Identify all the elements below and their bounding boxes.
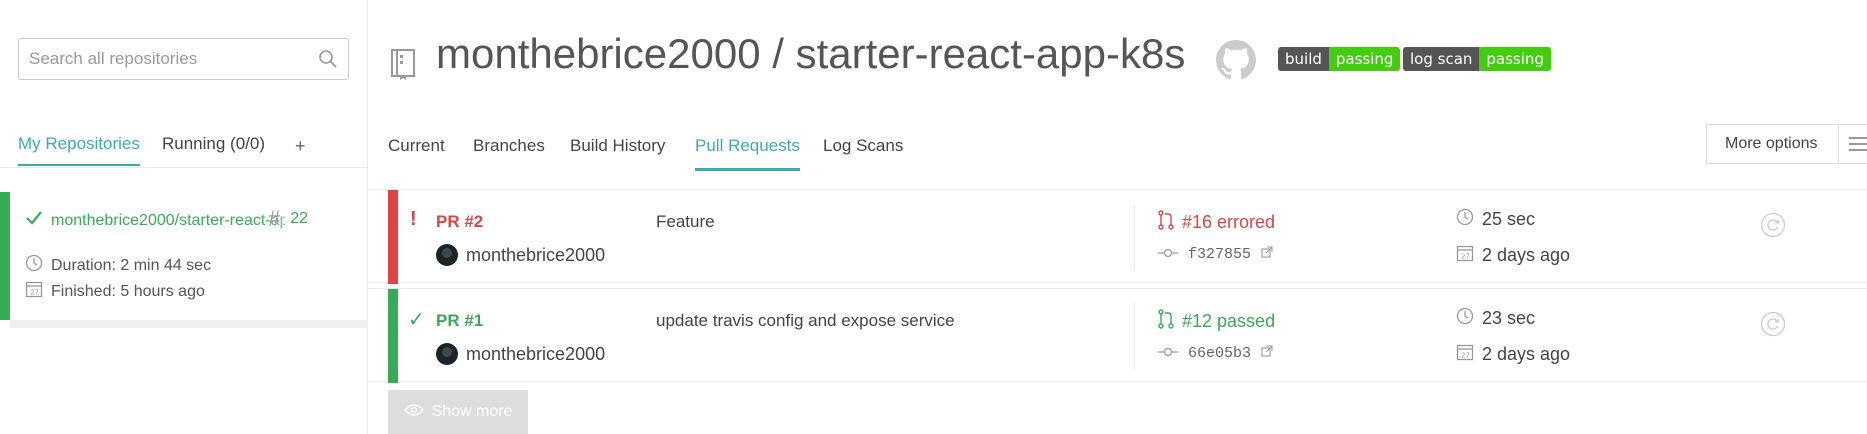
tab-build-history[interactable]: Build History — [570, 136, 665, 168]
restart-build-icon[interactable] — [1760, 311, 1786, 342]
repo-tabs: Current Branches Build History Pull Requ… — [368, 124, 1867, 171]
clock-icon — [1456, 307, 1474, 330]
pr-commit-sha: f327855 — [1188, 246, 1252, 263]
pr-number[interactable]: PR #2 — [436, 212, 483, 232]
check-icon — [25, 210, 43, 231]
row-divider — [1134, 204, 1135, 270]
pr-commit[interactable]: 66e05b3 — [1158, 345, 1273, 362]
build-status-badge[interactable]: build passing — [1278, 47, 1401, 71]
commit-icon — [1158, 246, 1178, 263]
pr-author: monthebrice2000 — [436, 343, 605, 365]
search-input[interactable] — [19, 39, 309, 79]
repository-icon — [390, 48, 416, 85]
pull-request-row[interactable]: ! PR #2 monthebrice2000 Feature #16 erro… — [368, 189, 1867, 284]
repo-title: monthebrice2000/starter-react-app-k8s — [25, 210, 285, 231]
clock-icon — [1456, 208, 1474, 231]
pr-finished: 27 2 days ago — [1456, 343, 1570, 366]
repo-build-number-value: 22 — [290, 210, 309, 227]
repo-finished-text: Finished: 5 hours ago — [51, 282, 205, 300]
pr-finished: 27 2 days ago — [1456, 244, 1570, 267]
search-icon[interactable] — [318, 49, 338, 74]
log-scan-badge-label: log scan — [1403, 47, 1480, 71]
pr-duration-text: 23 sec — [1482, 308, 1536, 328]
pr-author-name: monthebrice2000 — [466, 244, 606, 265]
calendar-icon: 27 — [25, 280, 43, 303]
pr-duration-text: 25 sec — [1482, 209, 1536, 229]
build-badge-label: build — [1278, 47, 1329, 71]
pr-status-bar — [388, 289, 398, 383]
check-icon: ✓ — [408, 309, 425, 331]
external-link-icon[interactable] — [1261, 345, 1273, 362]
tab-my-repositories[interactable]: My Repositories — [18, 134, 140, 166]
row-divider — [1134, 303, 1135, 369]
repo-build-number[interactable]: # 22 — [268, 206, 308, 232]
calendar-icon: 27 — [1456, 244, 1474, 267]
tab-branches[interactable]: Branches — [473, 136, 545, 168]
repo-name-link[interactable]: monthebrice2000/starter-react-app-k8s — [51, 212, 285, 230]
pr-build-link[interactable]: #16 errored — [1158, 210, 1275, 235]
pr-commit-sha: 66e05b3 — [1188, 345, 1252, 362]
clock-icon — [25, 254, 43, 277]
repo-duration: Duration: 2 min 44 sec — [25, 254, 211, 277]
tab-running[interactable]: Running (0/0) — [162, 134, 265, 164]
log-scan-badge-value: passing — [1479, 47, 1551, 71]
error-icon: ! — [410, 208, 417, 230]
hash-icon: # — [268, 206, 281, 231]
pr-finished-text: 2 days ago — [1482, 245, 1571, 265]
pull-request-icon — [1158, 210, 1174, 235]
tab-pull-requests[interactable]: Pull Requests — [695, 136, 800, 171]
pr-commit[interactable]: f327855 — [1158, 246, 1273, 263]
sidebar-tabs: My Repositories Running (0/0) + — [0, 128, 368, 168]
pr-duration: 25 sec — [1456, 208, 1535, 231]
pr-number[interactable]: PR #1 — [436, 311, 483, 331]
build-badge-value: passing — [1328, 47, 1401, 71]
repo-duration-text: Duration: 2 min 44 sec — [51, 256, 212, 274]
avatar — [436, 343, 458, 365]
add-repository-button[interactable]: + — [295, 136, 306, 157]
svg-text:27: 27 — [1461, 352, 1470, 360]
more-options-button[interactable]: More options — [1706, 124, 1846, 164]
pr-build-text: #16 errored — [1182, 212, 1276, 232]
pr-finished-text: 2 days ago — [1482, 344, 1571, 364]
repo-card-divider — [10, 320, 368, 328]
repo-status-bar — [0, 192, 10, 320]
pr-status-bar — [388, 190, 398, 284]
pull-request-row[interactable]: ✓ PR #1 monthebrice2000 update travis co… — [368, 288, 1867, 383]
pr-author: monthebrice2000 — [436, 244, 605, 266]
pr-description: update travis config and expose service — [656, 311, 955, 330]
pull-request-icon — [1158, 309, 1174, 334]
repo-card[interactable]: monthebrice2000/starter-react-app-k8s # … — [0, 192, 368, 328]
pr-build-text: #12 passed — [1182, 311, 1276, 331]
restart-build-icon[interactable] — [1760, 212, 1786, 243]
main-content: monthebrice2000 / starter-react-app-k8s … — [368, 0, 1867, 434]
github-icon[interactable] — [1216, 40, 1256, 85]
pr-author-name: monthebrice2000 — [466, 343, 606, 364]
external-link-icon[interactable] — [1261, 246, 1273, 263]
calendar-icon: 27 — [1456, 343, 1474, 366]
svg-text:27: 27 — [30, 289, 39, 297]
log-scan-badge[interactable]: log scan passing — [1403, 47, 1551, 71]
menu-icon[interactable] — [1838, 124, 1867, 164]
search-box — [18, 38, 349, 80]
pr-description: Feature — [656, 212, 715, 231]
eye-icon — [403, 403, 424, 422]
repo-finished: 27 Finished: 5 hours ago — [25, 280, 205, 303]
avatar — [436, 244, 458, 266]
svg-text:27: 27 — [1461, 253, 1470, 261]
commit-icon — [1158, 345, 1178, 362]
pr-build-link[interactable]: #12 passed — [1158, 309, 1275, 334]
show-more-label: Show more — [431, 403, 513, 420]
show-more-button[interactable]: Show more — [388, 390, 528, 434]
tab-current[interactable]: Current — [388, 136, 445, 168]
tab-log-scans[interactable]: Log Scans — [823, 136, 903, 168]
pr-duration: 23 sec — [1456, 307, 1535, 330]
sidebar: My Repositories Running (0/0) + monthebr… — [0, 0, 368, 434]
page-title: monthebrice2000 / starter-react-app-k8s — [436, 30, 1186, 77]
